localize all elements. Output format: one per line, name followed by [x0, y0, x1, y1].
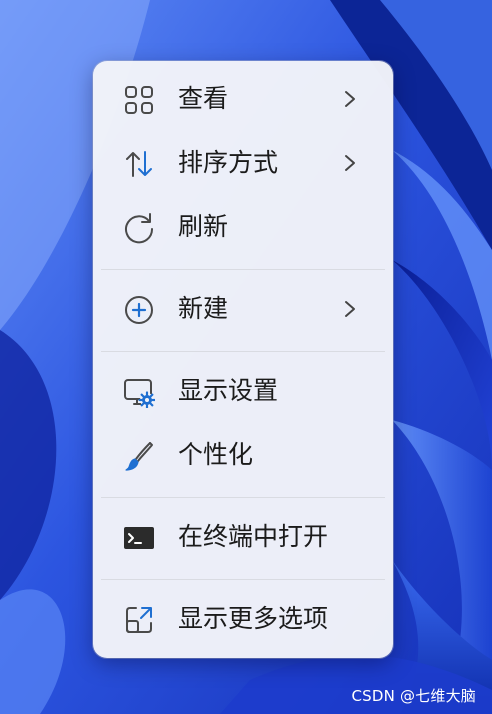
menu-item-open-in-terminal[interactable]: 在终端中打开 [101, 507, 385, 567]
menu-divider [101, 497, 385, 498]
desktop-context-menu: 查看 排序方式 刷新 新建 显示设置 个性化 在终端中打开 显示更多选项 [93, 61, 393, 658]
chevron-right-icon [343, 90, 357, 108]
menu-item-display-settings[interactable]: 显示设置 [101, 361, 385, 421]
menu-item-view[interactable]: 查看 [101, 69, 385, 129]
terminal-icon [123, 522, 155, 554]
chevron-right-icon [343, 300, 357, 318]
menu-item-label: 查看 [178, 84, 229, 113]
display-settings-icon [123, 376, 155, 408]
paintbrush-icon [123, 440, 155, 472]
menu-item-refresh[interactable]: 刷新 [101, 197, 385, 257]
menu-item-label: 显示更多选项 [178, 604, 329, 633]
sort-arrows-icon [123, 148, 155, 180]
menu-item-sort-by[interactable]: 排序方式 [101, 133, 385, 193]
menu-item-label: 排序方式 [178, 148, 279, 177]
menu-item-show-more-options[interactable]: 显示更多选项 [101, 589, 385, 649]
menu-divider [101, 579, 385, 580]
view-grid-icon [123, 84, 155, 116]
new-plus-circle-icon [123, 294, 155, 326]
menu-item-label: 显示设置 [178, 376, 279, 405]
menu-item-new[interactable]: 新建 [101, 279, 385, 339]
csdn-watermark: CSDN @七维大脑 [351, 687, 476, 705]
menu-item-personalize[interactable]: 个性化 [101, 425, 385, 485]
show-more-options-icon [123, 604, 155, 636]
menu-divider [101, 351, 385, 352]
menu-item-label: 新建 [178, 294, 229, 323]
refresh-icon [123, 212, 155, 244]
menu-item-label: 个性化 [178, 440, 254, 469]
menu-item-label: 在终端中打开 [178, 522, 329, 551]
menu-divider [101, 269, 385, 270]
menu-item-label: 刷新 [178, 212, 229, 241]
chevron-right-icon [343, 154, 357, 172]
